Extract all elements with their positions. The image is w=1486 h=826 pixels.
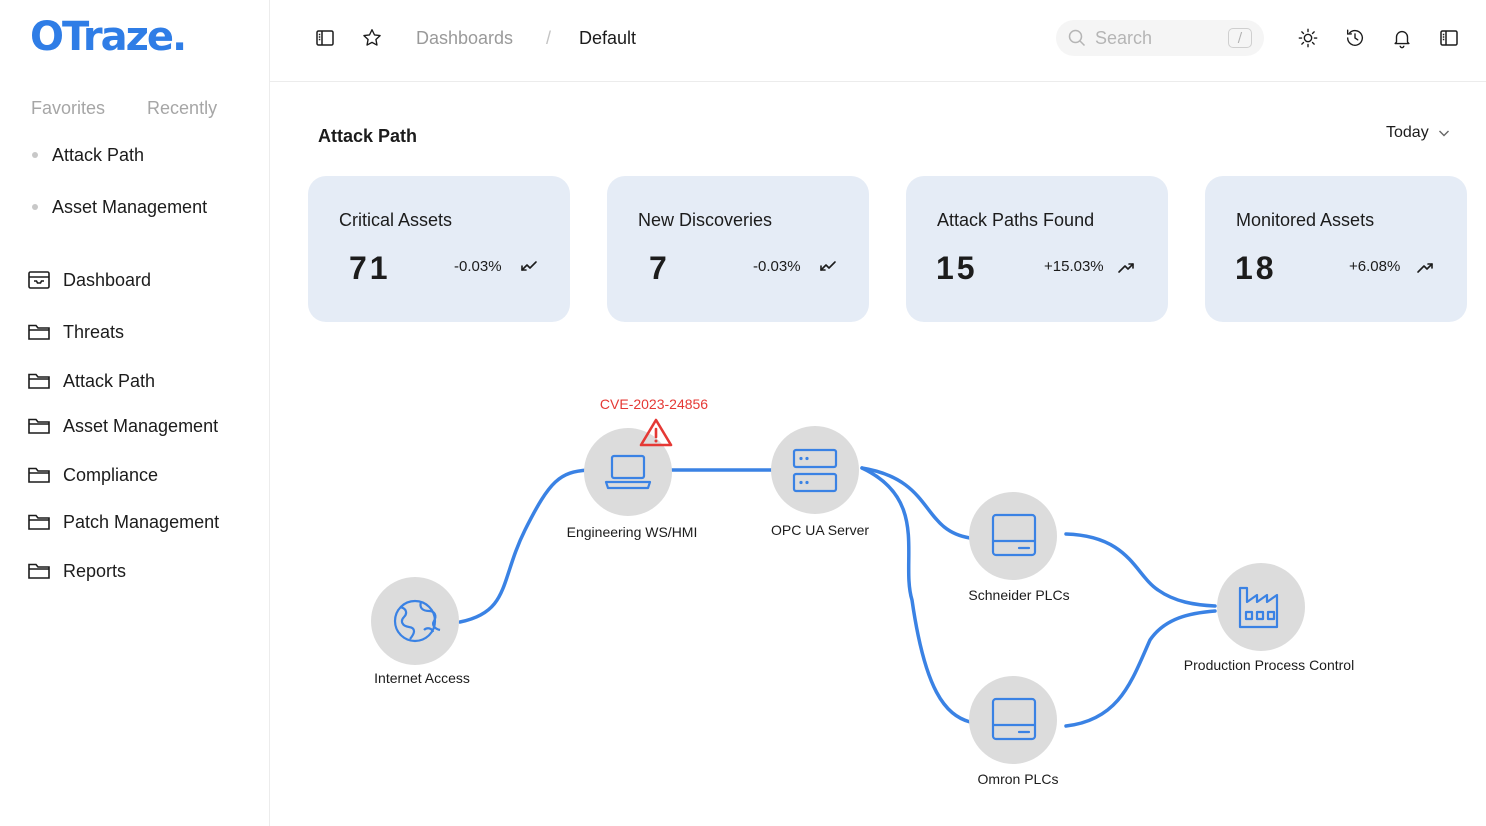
sidebar-item-label: Patch Management — [63, 511, 220, 532]
sidebar-item-label: Asset Management — [63, 415, 219, 436]
sidebar-item-label: Compliance — [63, 464, 159, 485]
folder-icon — [28, 373, 50, 389]
favorite-item-attack-path[interactable]: Attack Path — [32, 143, 207, 167]
chevron-down-icon — [1438, 130, 1449, 137]
stat-card-critical-assets[interactable]: Critical Assets 71 -0.03% — [308, 176, 570, 322]
stat-card-title: Critical Assets — [339, 210, 453, 230]
favorite-item-label: Attack Path — [52, 144, 145, 165]
sidebar-toggle-icon[interactable] — [313, 26, 337, 50]
node-label-opc-ua-server: OPC UA Server — [770, 522, 870, 538]
stat-card-value: 18 — [1235, 250, 1277, 286]
sidebar-item-label: Attack Path — [63, 370, 156, 391]
trend-up-icon — [1417, 263, 1433, 273]
tab-recently[interactable]: Recently — [147, 98, 217, 119]
time-range-label: Today — [1386, 124, 1429, 141]
stat-card-change: -0.03% — [454, 258, 502, 275]
stat-card-change: -0.03% — [753, 258, 801, 275]
stat-card-title: New Discoveries — [638, 210, 773, 230]
page-title: Attack Path — [318, 126, 418, 146]
stat-card-change: +6.08% — [1349, 258, 1401, 275]
folder-icon — [28, 467, 50, 483]
node-label-schneider-plcs: Schneider PLCs — [968, 587, 1070, 603]
trend-up-icon — [1118, 263, 1134, 273]
node-engineering-hmi-button[interactable] — [583, 427, 673, 517]
star-icon[interactable] — [360, 26, 384, 50]
sidebar-item-label: Dashboard — [63, 269, 152, 290]
sidebar-item-label: Threats — [63, 321, 125, 342]
favorites-list: Attack Path Asset Management — [32, 143, 207, 247]
folder-icon — [28, 563, 50, 579]
sidebar: OTraze. Favorites Recently Attack Path A… — [0, 0, 270, 826]
sidebar-item-asset-management[interactable]: Asset Management — [27, 414, 218, 438]
folder-icon — [28, 514, 50, 530]
bell-icon[interactable] — [1390, 26, 1414, 50]
sun-icon[interactable] — [1296, 26, 1320, 50]
breadcrumb-current: Default — [579, 28, 637, 48]
search-shortcut-key: / — [1228, 28, 1252, 48]
panel-toggle-icon[interactable] — [1437, 26, 1461, 50]
breadcrumb-dashboards[interactable]: Dashboards — [416, 28, 513, 49]
sidebar-item-attack-path[interactable]: Attack Path — [27, 369, 155, 393]
search-box[interactable]: / — [1056, 20, 1264, 56]
node-label-engineering-hmi: Engineering WS/HMI — [566, 524, 698, 540]
sidebar-item-compliance[interactable]: Compliance — [27, 463, 158, 487]
bullet-dot-icon — [32, 204, 38, 210]
stat-card-title: Attack Paths Found — [937, 210, 1095, 230]
node-label-production-process-control: Production Process Control — [1183, 657, 1355, 673]
favorite-item-label: Asset Management — [52, 196, 208, 217]
stat-card-new-discoveries[interactable]: New Discoveries 7 -0.03% — [607, 176, 869, 322]
stat-card-title: Monitored Assets — [1236, 210, 1375, 230]
search-input[interactable] — [1095, 27, 1219, 49]
sidebar-item-threats[interactable]: Threats — [27, 320, 124, 344]
sidebar-item-patch-management[interactable]: Patch Management — [27, 510, 219, 534]
sidebar-item-label: Reports — [63, 560, 127, 581]
edge-schneider-to-production — [1064, 532, 1217, 608]
node-schneider-plcs-button[interactable] — [968, 491, 1058, 581]
inbox-icon — [28, 271, 50, 289]
trend-down-icon — [820, 261, 836, 271]
node-opc-ua-server-button[interactable] — [770, 425, 860, 515]
tab-favorites[interactable]: Favorites — [31, 98, 105, 119]
brand-logo[interactable]: OTraze. — [30, 14, 187, 60]
bullet-dot-icon — [32, 152, 38, 158]
sidebar-item-reports[interactable]: Reports — [27, 559, 126, 583]
node-label-omron-plcs: Omron PLCs — [977, 771, 1059, 787]
node-omron-plcs-button[interactable] — [968, 675, 1058, 765]
history-icon[interactable] — [1343, 26, 1367, 50]
node-production-process-control-button[interactable] — [1216, 562, 1306, 652]
top-bar: Dashboards / Default / — [270, 0, 1486, 82]
trend-down-icon — [521, 261, 537, 271]
stat-card-value: 71 — [349, 250, 391, 286]
folder-icon — [28, 324, 50, 340]
node-label-internet-access: Internet Access — [374, 670, 470, 686]
edge-opc-to-omron — [860, 466, 972, 724]
node-internet-access-button[interactable] — [370, 576, 460, 666]
stat-card-attack-paths-found[interactable]: Attack Paths Found 15 +15.03% — [906, 176, 1168, 322]
favorite-item-asset-management[interactable]: Asset Management — [32, 195, 207, 219]
stat-card-value: 15 — [936, 250, 978, 286]
edge-internet-to-hmi — [458, 468, 590, 624]
folder-icon — [28, 418, 50, 434]
vulnerability-label[interactable]: CVE-2023-24856 — [600, 396, 708, 412]
stat-card-monitored-assets[interactable]: Monitored Assets 18 +6.08% — [1205, 176, 1467, 322]
stat-card-value: 7 — [649, 250, 670, 286]
favorites-tabs: Favorites Recently — [31, 98, 217, 119]
time-range-select[interactable]: Today — [1386, 124, 1451, 142]
edge-opc-to-schneider — [860, 466, 972, 540]
breadcrumb-separator: / — [546, 28, 552, 48]
search-icon — [1068, 29, 1086, 47]
stat-card-change: +15.03% — [1044, 258, 1104, 275]
sidebar-item-dashboard[interactable]: Dashboard — [27, 268, 151, 292]
